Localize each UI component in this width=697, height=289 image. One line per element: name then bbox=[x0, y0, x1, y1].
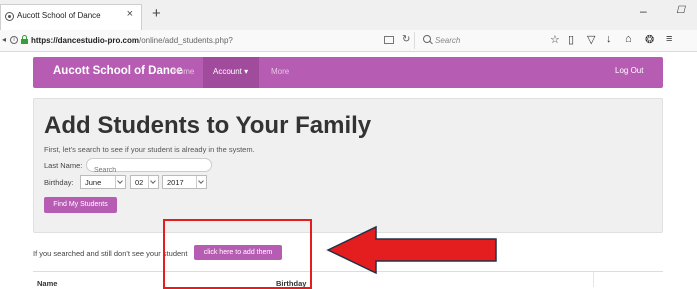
info-icon[interactable]: i bbox=[10, 36, 18, 44]
reader-view-icon[interactable] bbox=[384, 36, 394, 44]
address-bar[interactable]: https://dancestudio-pro.com/online/add_s… bbox=[31, 36, 233, 45]
browser-search-box[interactable]: Search bbox=[414, 32, 530, 49]
new-tab-button[interactable]: + bbox=[152, 5, 161, 22]
browser-tab-bar: Aucott School of Dance × + – ☐ bbox=[0, 0, 697, 30]
birthday-year-value: 2017 bbox=[167, 178, 184, 187]
last-name-input[interactable] bbox=[94, 167, 204, 174]
pocket-icon[interactable]: ▽ bbox=[587, 33, 595, 46]
nav-account-dropdown[interactable]: Account ▾ bbox=[203, 57, 259, 88]
search-icon bbox=[423, 35, 431, 43]
nav-account-label: Account ▾ bbox=[213, 67, 249, 76]
chevron-down-icon bbox=[115, 176, 125, 188]
chevron-down-icon bbox=[148, 176, 158, 188]
highlight-box bbox=[163, 219, 312, 289]
annotation-arrow-icon bbox=[326, 225, 497, 274]
nav-home-link[interactable]: Home bbox=[173, 67, 194, 76]
page-title: Add Students to Your Family bbox=[44, 112, 372, 139]
tab-title: Aucott School of Dance bbox=[17, 11, 101, 20]
last-name-field[interactable] bbox=[86, 158, 212, 174]
tab-close-icon[interactable]: × bbox=[127, 8, 133, 20]
birthday-year-select[interactable]: 2017 bbox=[162, 175, 207, 189]
search-panel: Add Students to Your Family First, let's… bbox=[33, 98, 663, 233]
birthday-month-select[interactable]: June bbox=[80, 175, 126, 189]
birthday-day-select[interactable]: 02 bbox=[130, 175, 159, 189]
site-favicon-icon bbox=[5, 12, 14, 21]
arrow-shape bbox=[326, 225, 497, 274]
last-name-label: Last Name: bbox=[44, 161, 83, 170]
home-icon[interactable]: ⌂ bbox=[625, 33, 632, 45]
window-minimize-button[interactable]: – bbox=[640, 4, 647, 18]
find-my-students-button[interactable]: Find My Students bbox=[44, 197, 117, 213]
url-host: https://dancestudio-pro.com bbox=[31, 36, 139, 45]
extension-icon[interactable]: ❂ bbox=[645, 33, 654, 46]
browser-search-placeholder: Search bbox=[435, 36, 461, 45]
nav-more-link[interactable]: More bbox=[271, 67, 289, 76]
chevron-down-icon bbox=[196, 176, 206, 188]
bookmark-star-icon[interactable]: ☆ bbox=[550, 33, 560, 46]
menu-icon[interactable]: ≡ bbox=[666, 33, 672, 45]
download-icon[interactable]: ↓ bbox=[606, 33, 612, 45]
birthday-month-value: June bbox=[85, 178, 102, 187]
back-arrow-icon[interactable]: ◂ bbox=[2, 35, 6, 44]
url-path: /online/add_students.php? bbox=[139, 36, 233, 45]
lead-text: First, let's search to see if your stude… bbox=[44, 145, 255, 154]
browser-tab[interactable]: Aucott School of Dance × bbox=[0, 4, 142, 30]
lock-icon[interactable] bbox=[21, 35, 28, 44]
browser-nav-bar: ◂ i https://dancestudio-pro.com/online/a… bbox=[0, 30, 697, 52]
table-header-name: Name bbox=[37, 279, 58, 288]
birthday-label: Birthday: bbox=[44, 178, 74, 187]
reload-icon[interactable]: ↻ bbox=[402, 34, 410, 45]
column-divider bbox=[593, 272, 594, 287]
logout-link[interactable]: Log Out bbox=[615, 66, 643, 75]
birthday-day-value: 02 bbox=[135, 178, 144, 187]
library-icon[interactable]: ▯ bbox=[568, 33, 574, 46]
window-restore-button[interactable]: ☐ bbox=[676, 5, 685, 16]
site-brand[interactable]: Aucott School of Dance bbox=[53, 65, 183, 77]
site-navbar: Aucott School of Dance Home Account ▾ Mo… bbox=[33, 57, 663, 88]
